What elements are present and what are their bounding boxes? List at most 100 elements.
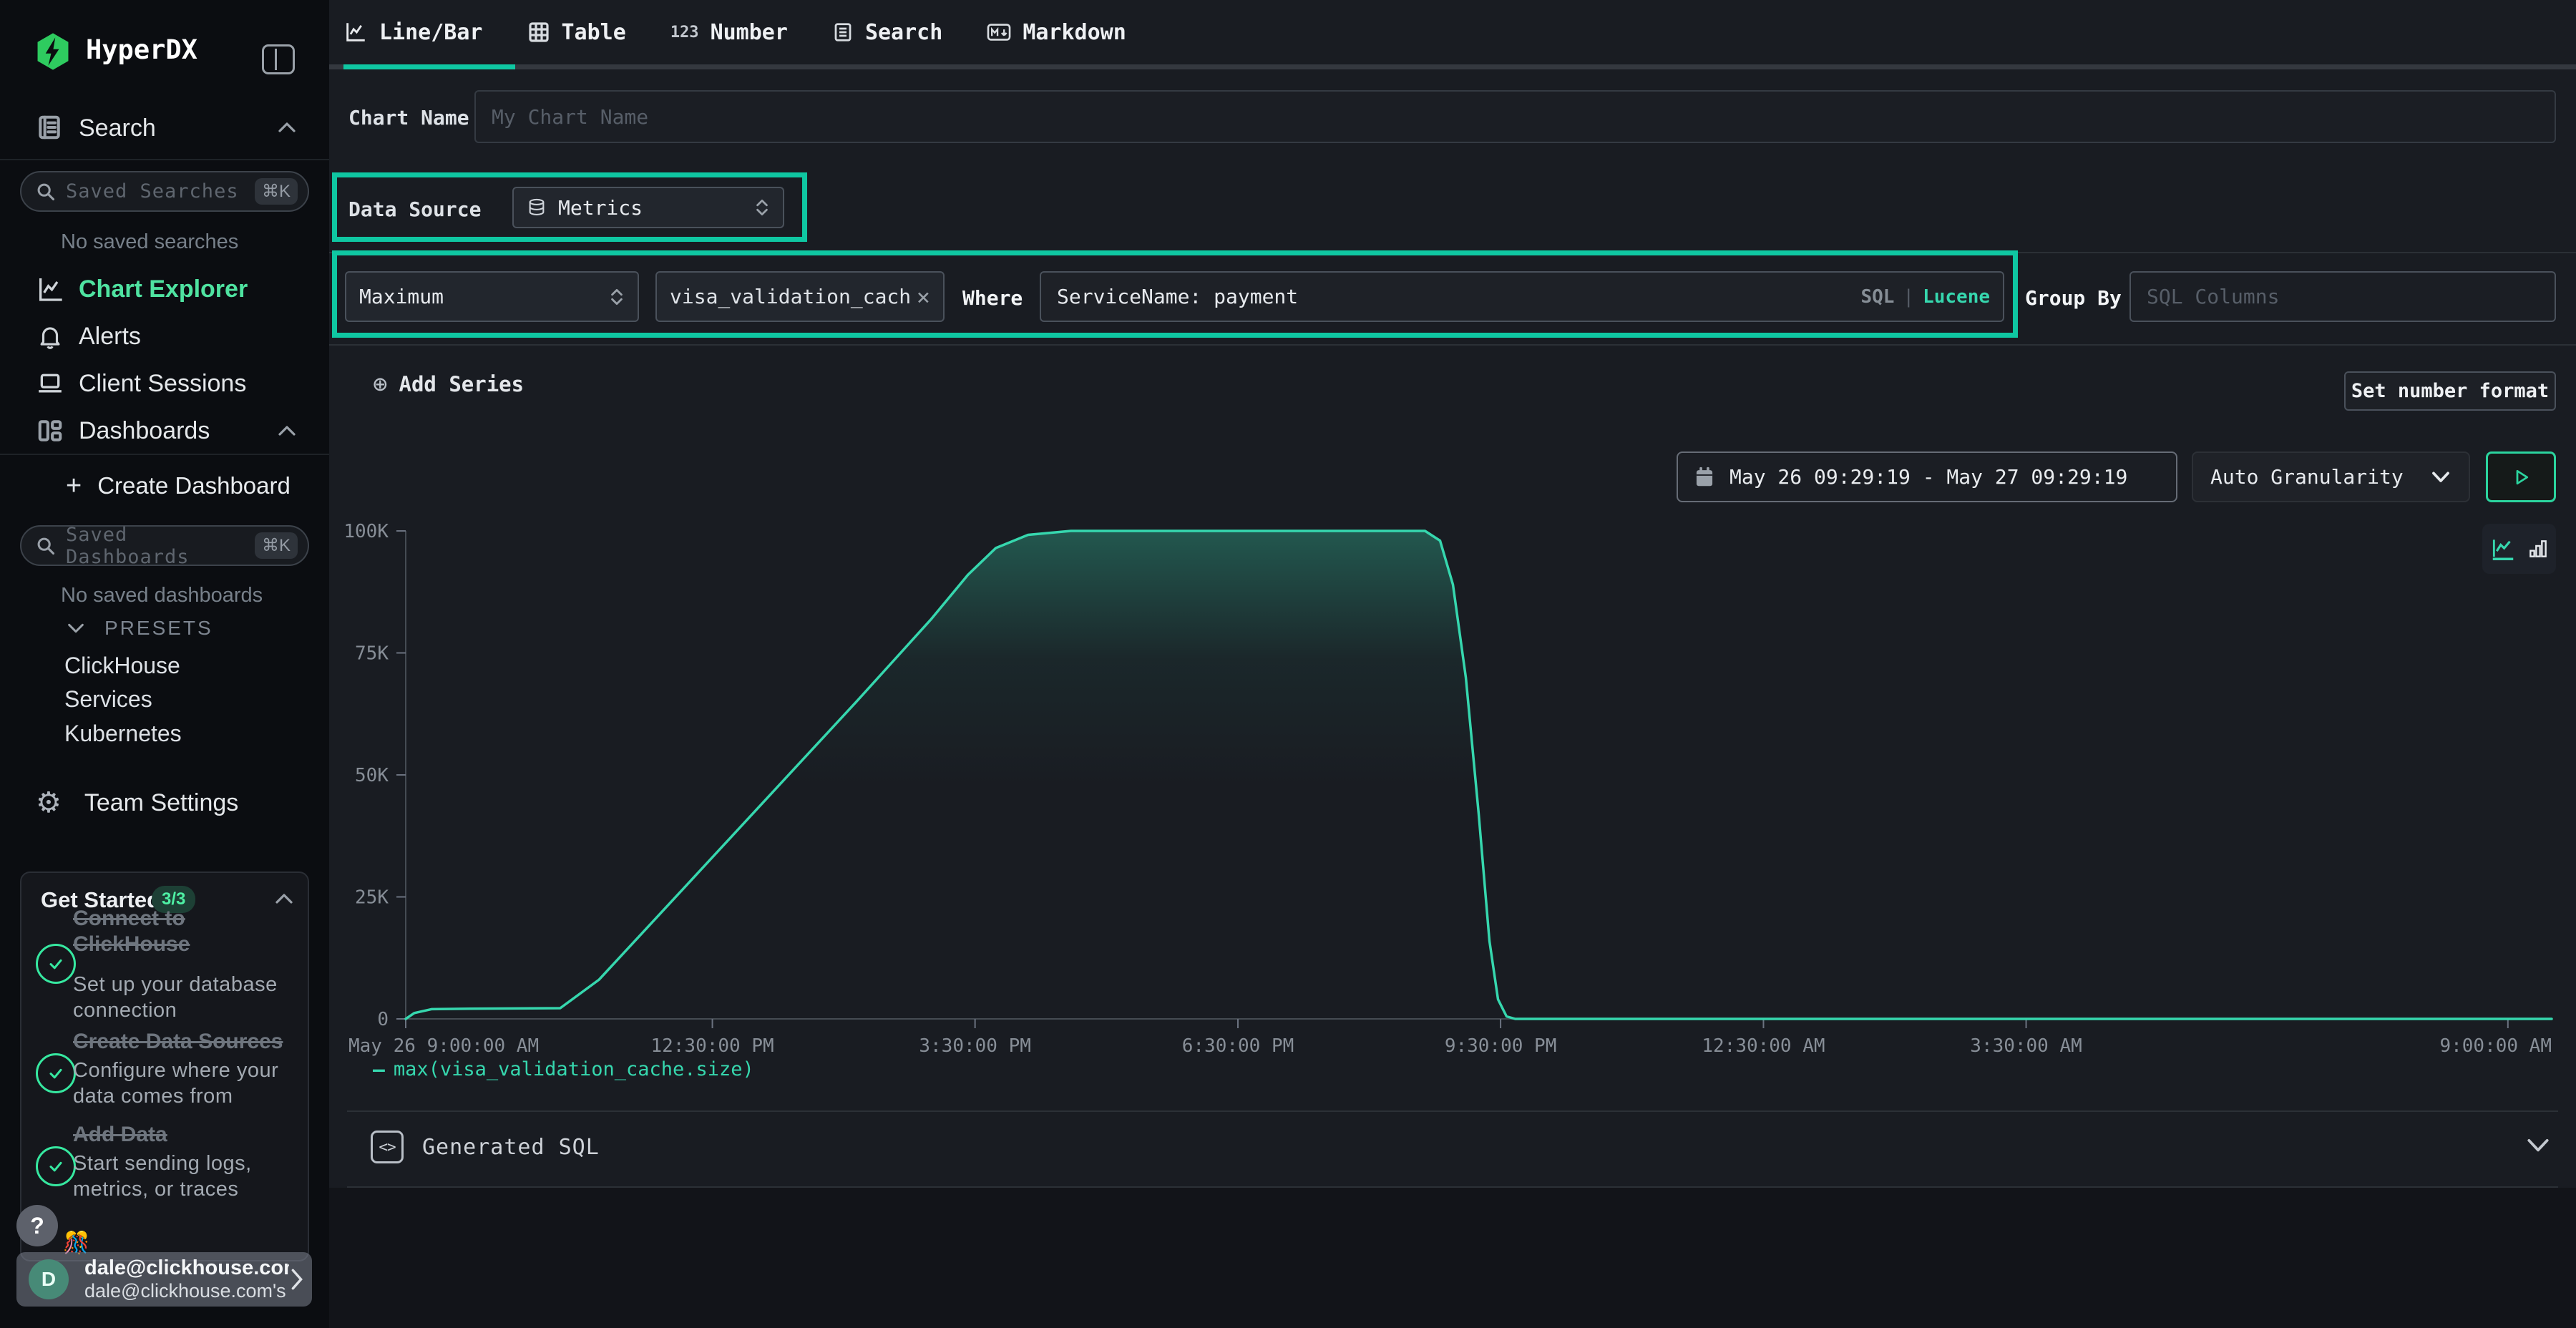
- svg-text:6:30:00 PM: 6:30:00 PM: [1182, 1035, 1294, 1057]
- generated-sql-toggle[interactable]: <> Generated SQL: [371, 1131, 600, 1163]
- sidebar-item-search[interactable]: Search: [79, 114, 156, 142]
- tab-line-bar[interactable]: Line/Bar: [343, 20, 483, 45]
- svg-text:12:30:00 AM: 12:30:00 AM: [1702, 1035, 1825, 1057]
- active-tab-underline: [343, 64, 515, 69]
- select-chevrons-icon: [609, 286, 625, 308]
- sidebar-item-client-sessions[interactable]: Client Sessions: [0, 363, 329, 404]
- sidebar-item-label: Dashboards: [79, 417, 210, 445]
- get-started-item-title[interactable]: Connect to ClickHouse: [73, 906, 295, 957]
- tab-table[interactable]: Table: [527, 20, 626, 45]
- svg-text:12:30:00 PM: 12:30:00 PM: [650, 1035, 774, 1057]
- chevron-down-icon: [66, 621, 86, 635]
- select-chevrons-icon: [754, 197, 770, 218]
- page-background: [329, 1188, 2576, 1328]
- run-query-button[interactable]: [2486, 451, 2556, 502]
- generated-sql-chevron-down-icon[interactable]: [2524, 1136, 2552, 1155]
- svg-text:50K: 50K: [355, 765, 389, 786]
- data-source-value: Metrics: [558, 196, 643, 220]
- tab-search[interactable]: Search: [832, 20, 942, 45]
- saved-searches-input[interactable]: Saved Searches ⌘K: [20, 171, 309, 212]
- hyperdx-logo-icon: [33, 31, 73, 72]
- set-number-format-button[interactable]: Set number format: [2344, 371, 2556, 411]
- get-started-item-subtitle: Start sending logs, metrics, or traces: [73, 1151, 298, 1202]
- close-icon[interactable]: ×: [917, 283, 930, 311]
- timeseries-chart[interactable]: 025K50K75K100KMay 26 9:00:00 AM12:30:00 …: [329, 501, 2576, 1066]
- divider: [347, 1186, 2558, 1188]
- app-title: HyperDX: [86, 34, 197, 65]
- generated-sql-label: Generated SQL: [422, 1135, 600, 1160]
- create-dashboard-button[interactable]: + Create Dashboard: [66, 472, 291, 499]
- where-label: Where: [962, 286, 1023, 310]
- shortcut-badge: ⌘K: [255, 178, 298, 205]
- play-icon: [2510, 467, 2532, 488]
- sidebar-item-label: Alerts: [79, 323, 141, 351]
- metric-tag[interactable]: visa_validation_cach ×: [655, 271, 945, 322]
- sidebar-item-alerts[interactable]: Alerts: [0, 316, 329, 356]
- chart-name-label: Chart Name: [348, 106, 469, 130]
- add-series-label: Add Series: [399, 372, 524, 396]
- dashboards-chevron-up-icon[interactable]: [276, 424, 298, 438]
- get-started-item-title[interactable]: Create Data Sources: [73, 1029, 295, 1055]
- tab-label: Markdown: [1023, 20, 1126, 45]
- sidebar-collapse-icon[interactable]: [262, 44, 295, 74]
- app-root: HyperDX Search Saved Searches ⌘K No save…: [0, 0, 2576, 1328]
- get-started-item-title[interactable]: Add Data: [73, 1122, 295, 1148]
- chevron-down-icon: [2430, 469, 2451, 485]
- where-input[interactable]: [1040, 271, 2004, 322]
- aggregation-value: Maximum: [359, 285, 444, 308]
- get-started-card: Get Started 3/3 Connect to ClickHouse Se…: [20, 872, 309, 1261]
- lucene-toggle[interactable]: Lucene: [1923, 286, 1990, 308]
- sidebar-item-team-settings[interactable]: ⚙ Team Settings: [36, 787, 238, 819]
- user-org: dale@clickhouse.com's: [84, 1280, 289, 1302]
- svg-text:25K: 25K: [355, 887, 389, 909]
- chart-legend[interactable]: — max(visa_validation_cache.size): [373, 1058, 754, 1081]
- database-icon: [527, 197, 547, 218]
- group-by-input[interactable]: [2129, 271, 2556, 322]
- line-chart-icon: [343, 20, 368, 44]
- check-circle-icon: [36, 1053, 76, 1093]
- sidebar-item-chart-explorer[interactable]: Chart Explorer: [0, 269, 329, 309]
- tab-label: Search: [865, 20, 942, 45]
- team-settings-label: Team Settings: [84, 789, 238, 817]
- plus-icon: +: [66, 472, 82, 499]
- saved-dashboards-input[interactable]: Saved Dashboards ⌘K: [20, 525, 309, 566]
- sidebar-divider: [0, 159, 329, 160]
- svg-text:9:00:00 AM: 9:00:00 AM: [2439, 1035, 2552, 1057]
- check-circle-icon: [36, 1146, 76, 1186]
- dashboard-icon: [36, 417, 64, 444]
- date-range-picker[interactable]: May 26 09:29:19 - May 27 09:29:19: [1677, 451, 2177, 502]
- help-button[interactable]: ?: [16, 1205, 58, 1246]
- preset-item-kubernetes[interactable]: Kubernetes: [64, 721, 182, 747]
- add-circle-icon: ⊕: [373, 372, 387, 396]
- svg-text:100K: 100K: [343, 521, 389, 542]
- legend-line-swatch: —: [373, 1058, 385, 1081]
- get-started-chevron-up-icon[interactable]: [273, 892, 295, 906]
- search-icon: [36, 536, 56, 556]
- user-menu[interactable]: D dale@clickhouse.com dale@clickhouse.co…: [16, 1252, 312, 1307]
- data-source-select[interactable]: Metrics: [512, 187, 784, 228]
- aggregation-select[interactable]: Maximum: [345, 271, 639, 322]
- sql-toggle[interactable]: SQL: [1860, 286, 1894, 308]
- help-icon: ?: [30, 1213, 44, 1239]
- chart-name-input[interactable]: [474, 90, 2556, 143]
- search-list-icon: [832, 21, 854, 43]
- saved-dashboards-placeholder: Saved Dashboards: [66, 524, 255, 568]
- saved-searches-placeholder: Saved Searches: [66, 180, 255, 202]
- get-started-item-subtitle: Configure where your data comes from: [73, 1058, 298, 1109]
- tab-number[interactable]: 123 Number: [670, 20, 788, 45]
- bell-icon: [36, 323, 64, 350]
- chart-type-tabs: Line/Bar Table 123 Number Search Markdow…: [343, 0, 1126, 64]
- search-section-chevron-up-icon[interactable]: [276, 120, 298, 135]
- sidebar-item-dashboards[interactable]: Dashboards: [0, 411, 329, 451]
- preset-item-services[interactable]: Services: [64, 686, 152, 713]
- tab-markdown[interactable]: Markdown: [987, 20, 1126, 45]
- query-language-toggle: SQL | Lucene: [1860, 271, 1990, 322]
- presets-toggle[interactable]: PRESETS: [66, 617, 213, 640]
- granularity-select[interactable]: Auto Granularity: [2192, 451, 2470, 502]
- preset-item-clickhouse[interactable]: ClickHouse: [64, 653, 180, 679]
- add-series-button[interactable]: ⊕ Add Series: [373, 372, 524, 396]
- markdown-icon: [987, 21, 1011, 43]
- chart-explorer-icon: [36, 275, 64, 303]
- svg-text:3:30:00 PM: 3:30:00 PM: [919, 1035, 1031, 1057]
- data-source-label: Data Source: [348, 197, 481, 221]
